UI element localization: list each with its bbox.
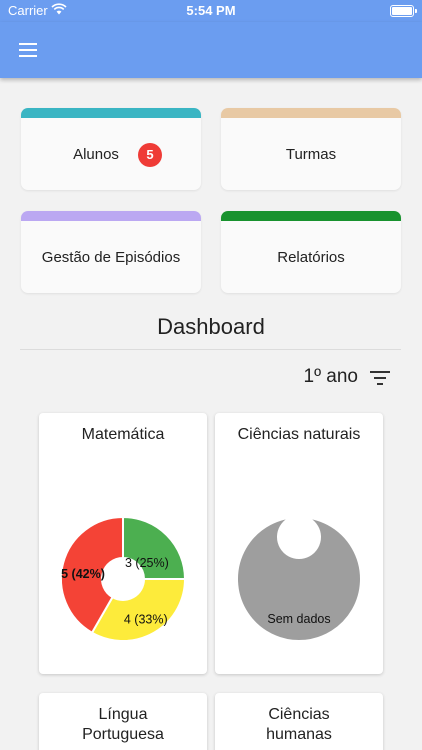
tile-turmas[interactable]: Turmas — [221, 108, 401, 190]
divider — [20, 349, 401, 350]
slice-label: 3 (25%) — [125, 556, 169, 570]
tile-color-bar — [221, 108, 401, 118]
donut-chart: Sem dados — [235, 515, 362, 642]
tile-color-bar — [21, 108, 201, 118]
tile-gestao-episodios[interactable]: Gestão de Episódios — [21, 211, 201, 293]
chart-card-ciencias-humanas[interactable]: Ciências humanas — [215, 693, 383, 750]
chart-card-matematica[interactable]: Matemática 3 (25%) 4 (33%) 5 (42%) — [39, 413, 207, 674]
app-bar — [0, 22, 422, 78]
alunos-count-badge: 5 — [138, 143, 162, 167]
donut-chart: 3 (25%) 4 (33%) 5 (42%) — [60, 515, 187, 642]
tile-relatorios[interactable]: Relatórios — [221, 211, 401, 293]
slice-label: 5 (42%) — [61, 567, 105, 581]
hamburger-icon[interactable] — [16, 38, 40, 62]
slice-label: Sem dados — [267, 612, 330, 626]
year-selector-label[interactable]: 1º ano — [304, 366, 359, 388]
card-title: Língua Portuguesa — [82, 706, 164, 743]
tile-color-bar — [221, 211, 401, 221]
chart-card-lingua-portuguesa[interactable]: Língua Portuguesa — [39, 693, 207, 750]
clock: 5:54 PM — [186, 3, 236, 18]
tile-label-relatorios: Relatórios — [277, 249, 345, 266]
tile-label-turmas: Turmas — [285, 146, 337, 163]
dashboard-title: Dashboard — [157, 314, 265, 339]
slice-label: 4 (33%) — [124, 612, 168, 626]
card-title: Ciências humanas — [266, 706, 332, 743]
battery-icon — [390, 5, 417, 17]
status-bar: Carrier 5:54 PM — [0, 0, 422, 22]
tile-alunos[interactable]: Alunos — [21, 108, 201, 190]
tile-color-bar — [21, 211, 201, 221]
tile-label-gestao-episodios: Gestão de Episódios — [41, 249, 181, 266]
chart-card-ciencias-naturais[interactable]: Ciências naturais Sem dados — [215, 413, 383, 674]
filter-icon[interactable] — [370, 368, 390, 386]
